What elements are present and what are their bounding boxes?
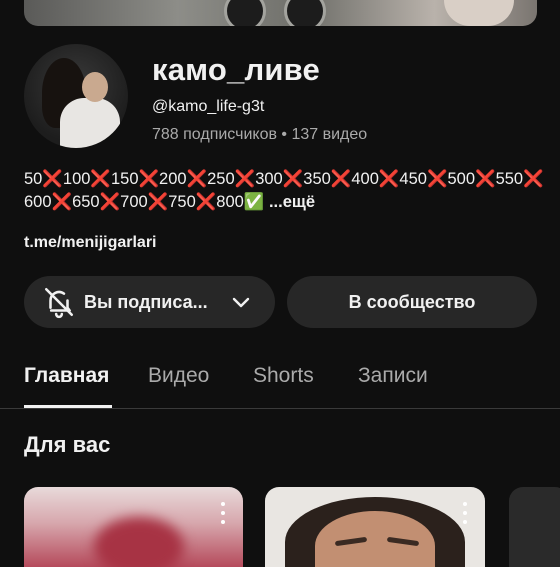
chevron-down-icon (232, 297, 250, 308)
community-button[interactable]: В сообщество (287, 276, 537, 328)
video-thumbnail[interactable] (509, 487, 560, 567)
channel-name: камо_ливе (152, 52, 320, 87)
channel-tabs: Главная Видео Shorts Записи (0, 360, 560, 409)
more-vert-icon[interactable] (220, 502, 226, 524)
channel-stats: 788 подписчиков • 137 видео (152, 126, 368, 143)
subscribed-button[interactable]: Вы подписа... (24, 276, 275, 328)
subscribed-label: Вы подписа... (84, 291, 208, 312)
section-title: Для вас (24, 432, 111, 457)
bell-off-icon (44, 287, 74, 319)
more-vert-icon[interactable] (462, 502, 468, 524)
community-label: В сообщество (348, 291, 476, 312)
channel-description[interactable]: 50❌100❌150❌200❌250❌300❌350❌400❌450❌500❌5… (24, 168, 544, 214)
video-thumbnail[interactable] (24, 487, 243, 567)
channel-banner (24, 0, 537, 26)
more-link[interactable]: ...ещё (269, 193, 315, 211)
tab-home[interactable]: Главная (24, 364, 109, 388)
video-thumbnail[interactable] (265, 487, 485, 567)
channel-handle: @kamo_life-g3t (152, 98, 265, 115)
active-tab-indicator (24, 405, 112, 408)
tab-shorts[interactable]: Shorts (253, 364, 314, 388)
channel-link[interactable]: t.me/menijigarlari (24, 234, 157, 252)
tab-videos[interactable]: Видео (148, 364, 209, 388)
tab-posts[interactable]: Записи (358, 364, 428, 388)
channel-avatar[interactable] (24, 44, 128, 148)
